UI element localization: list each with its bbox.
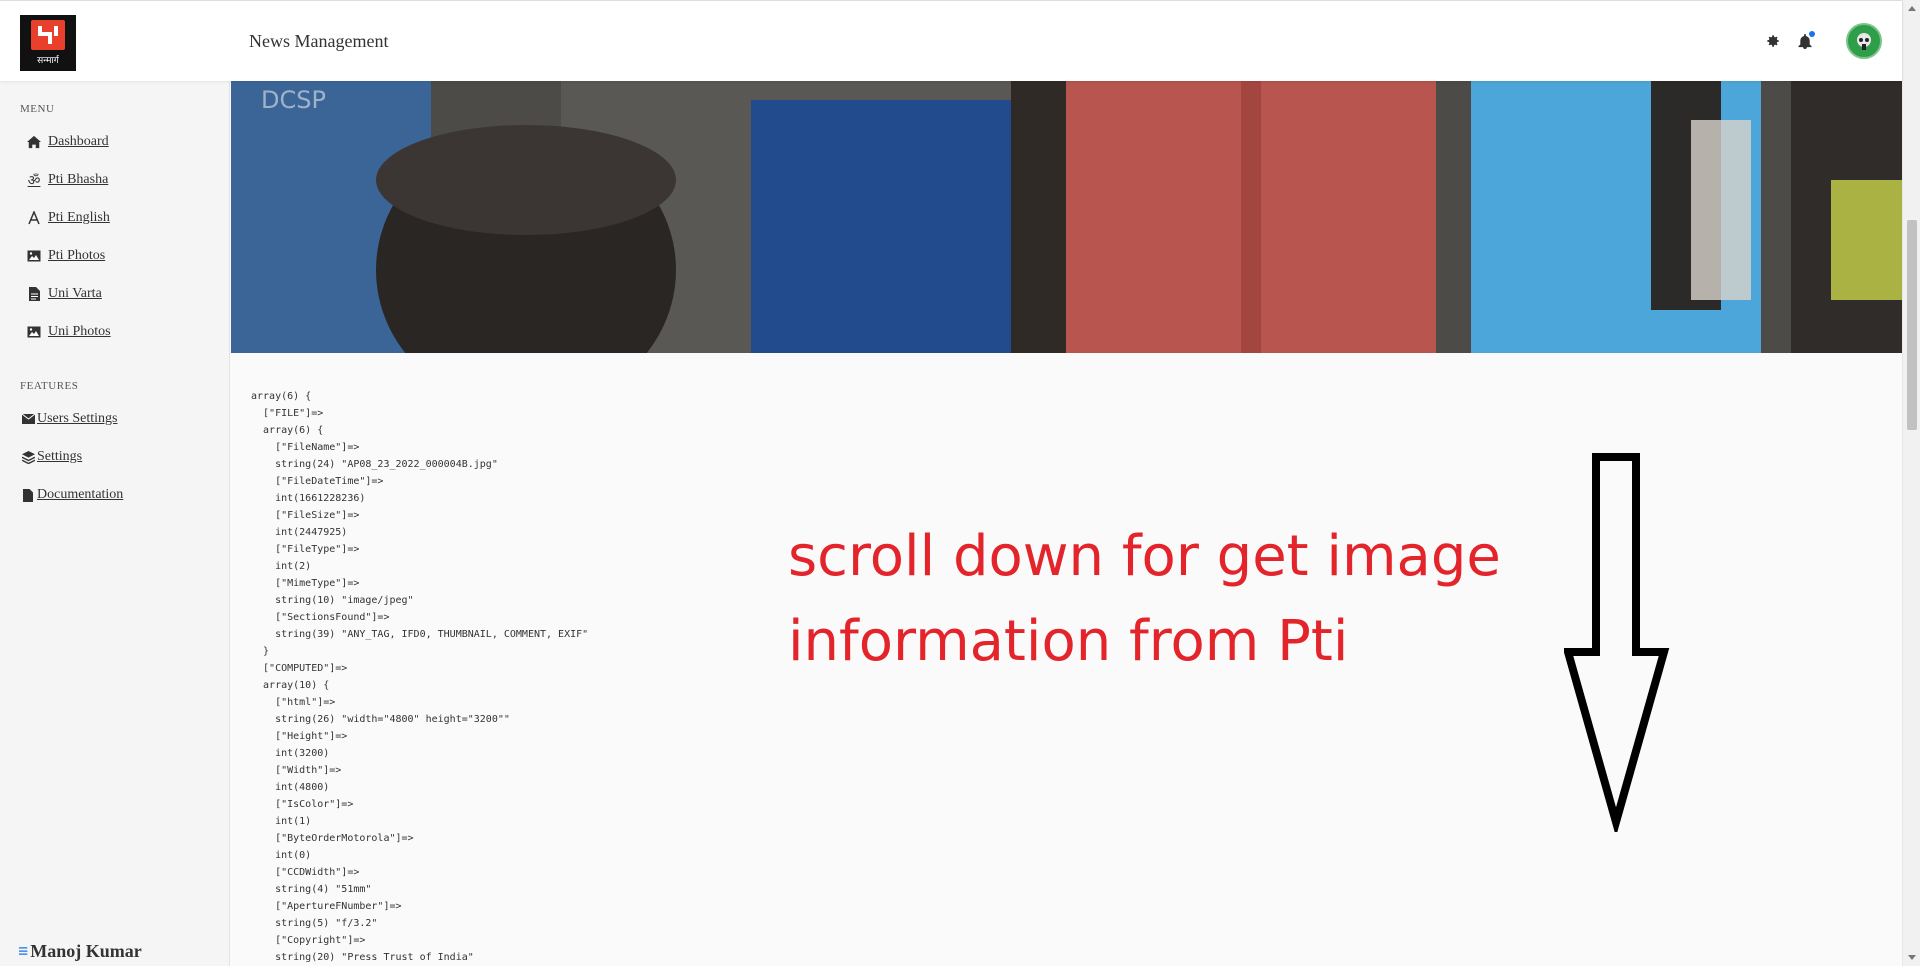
news-photo: DCSP (231, 80, 1902, 353)
image-icon (26, 324, 42, 340)
avatar[interactable] (1846, 23, 1882, 59)
sidebar-item-users-settings[interactable]: Users Settings (20, 411, 118, 427)
sidebar-item-label: Users Settings (37, 411, 118, 426)
sidebar-item-label: Documentation (37, 487, 124, 502)
annotation-line-2: information from Pti (788, 609, 1349, 674)
home-icon (26, 134, 42, 150)
svg-text:DCSP: DCSP (261, 86, 326, 114)
scrollbar-thumb[interactable] (1907, 220, 1917, 430)
user-name[interactable]: ≡ Manoj Kumar (18, 941, 142, 962)
notification-dot (1809, 30, 1815, 37)
user-name-label: Manoj Kumar (30, 941, 142, 961)
logo-text: सन्मार्ग (37, 56, 59, 66)
app-title: News Management (249, 31, 389, 51)
sidebar-item-dashboard[interactable]: Dashboard (26, 134, 109, 150)
layers-icon (20, 449, 36, 465)
file-icon (26, 286, 42, 302)
annotation-line-1: scroll down for get image (788, 524, 1501, 589)
sidebar-item-label: Pti English (48, 210, 110, 225)
sidebar-item-label: Pti Bhasha (48, 172, 109, 187)
sidebar-item-pti-bhasha[interactable]: ॐ Pti Bhasha (26, 172, 109, 189)
top-bar: सन्मार्ग News Management (0, 0, 1902, 81)
sidebar-item-pti-english[interactable]: Pti English (26, 210, 110, 226)
envelope-icon (20, 411, 36, 427)
sidebar-item-label: Uni Varta (48, 286, 102, 301)
letter-a-icon (26, 210, 42, 226)
brand-logo[interactable]: सन्मार्ग (20, 15, 76, 71)
sidebar: MENU Dashboard ॐ Pti Bhasha Pti English … (0, 80, 230, 966)
sidebar-item-pti-photos[interactable]: Pti Photos (26, 248, 105, 264)
menu-icon[interactable]: ≡ (18, 941, 28, 961)
scroll-annotation: scroll down for get image information fr… (788, 514, 1588, 684)
scroll-down-icon[interactable] (1908, 955, 1916, 960)
logo-mark-icon (31, 20, 65, 50)
down-arrow-icon (1564, 453, 1670, 832)
sidebar-item-uni-varta[interactable]: Uni Varta (26, 286, 102, 302)
menu-heading: MENU (20, 103, 55, 115)
features-heading: FEATURES (20, 380, 79, 392)
exif-dump: array(6) { ["FILE"]=> array(6) { ["FileN… (251, 391, 589, 963)
image-icon (26, 248, 42, 264)
sidebar-item-uni-photos[interactable]: Uni Photos (26, 324, 111, 340)
scroll-up-icon[interactable] (1908, 6, 1916, 11)
om-icon: ॐ (27, 172, 41, 189)
page-scrollbar[interactable] (1902, 0, 1920, 966)
gear-icon[interactable] (1766, 34, 1780, 48)
sidebar-item-settings[interactable]: Settings (20, 449, 82, 465)
main-content: DCSP array(6) { ["FILE"]=> array(6) { ["… (230, 80, 1902, 966)
sidebar-item-documentation[interactable]: Documentation (20, 487, 123, 503)
document-icon (20, 487, 36, 503)
sidebar-item-label: Dashboard (48, 134, 109, 149)
sidebar-item-label: Settings (37, 449, 83, 464)
top-icons (1766, 1, 1882, 81)
sidebar-item-label: Pti Photos (48, 248, 106, 263)
sidebar-item-label: Uni Photos (48, 324, 111, 339)
bell-icon[interactable] (1798, 30, 1815, 49)
